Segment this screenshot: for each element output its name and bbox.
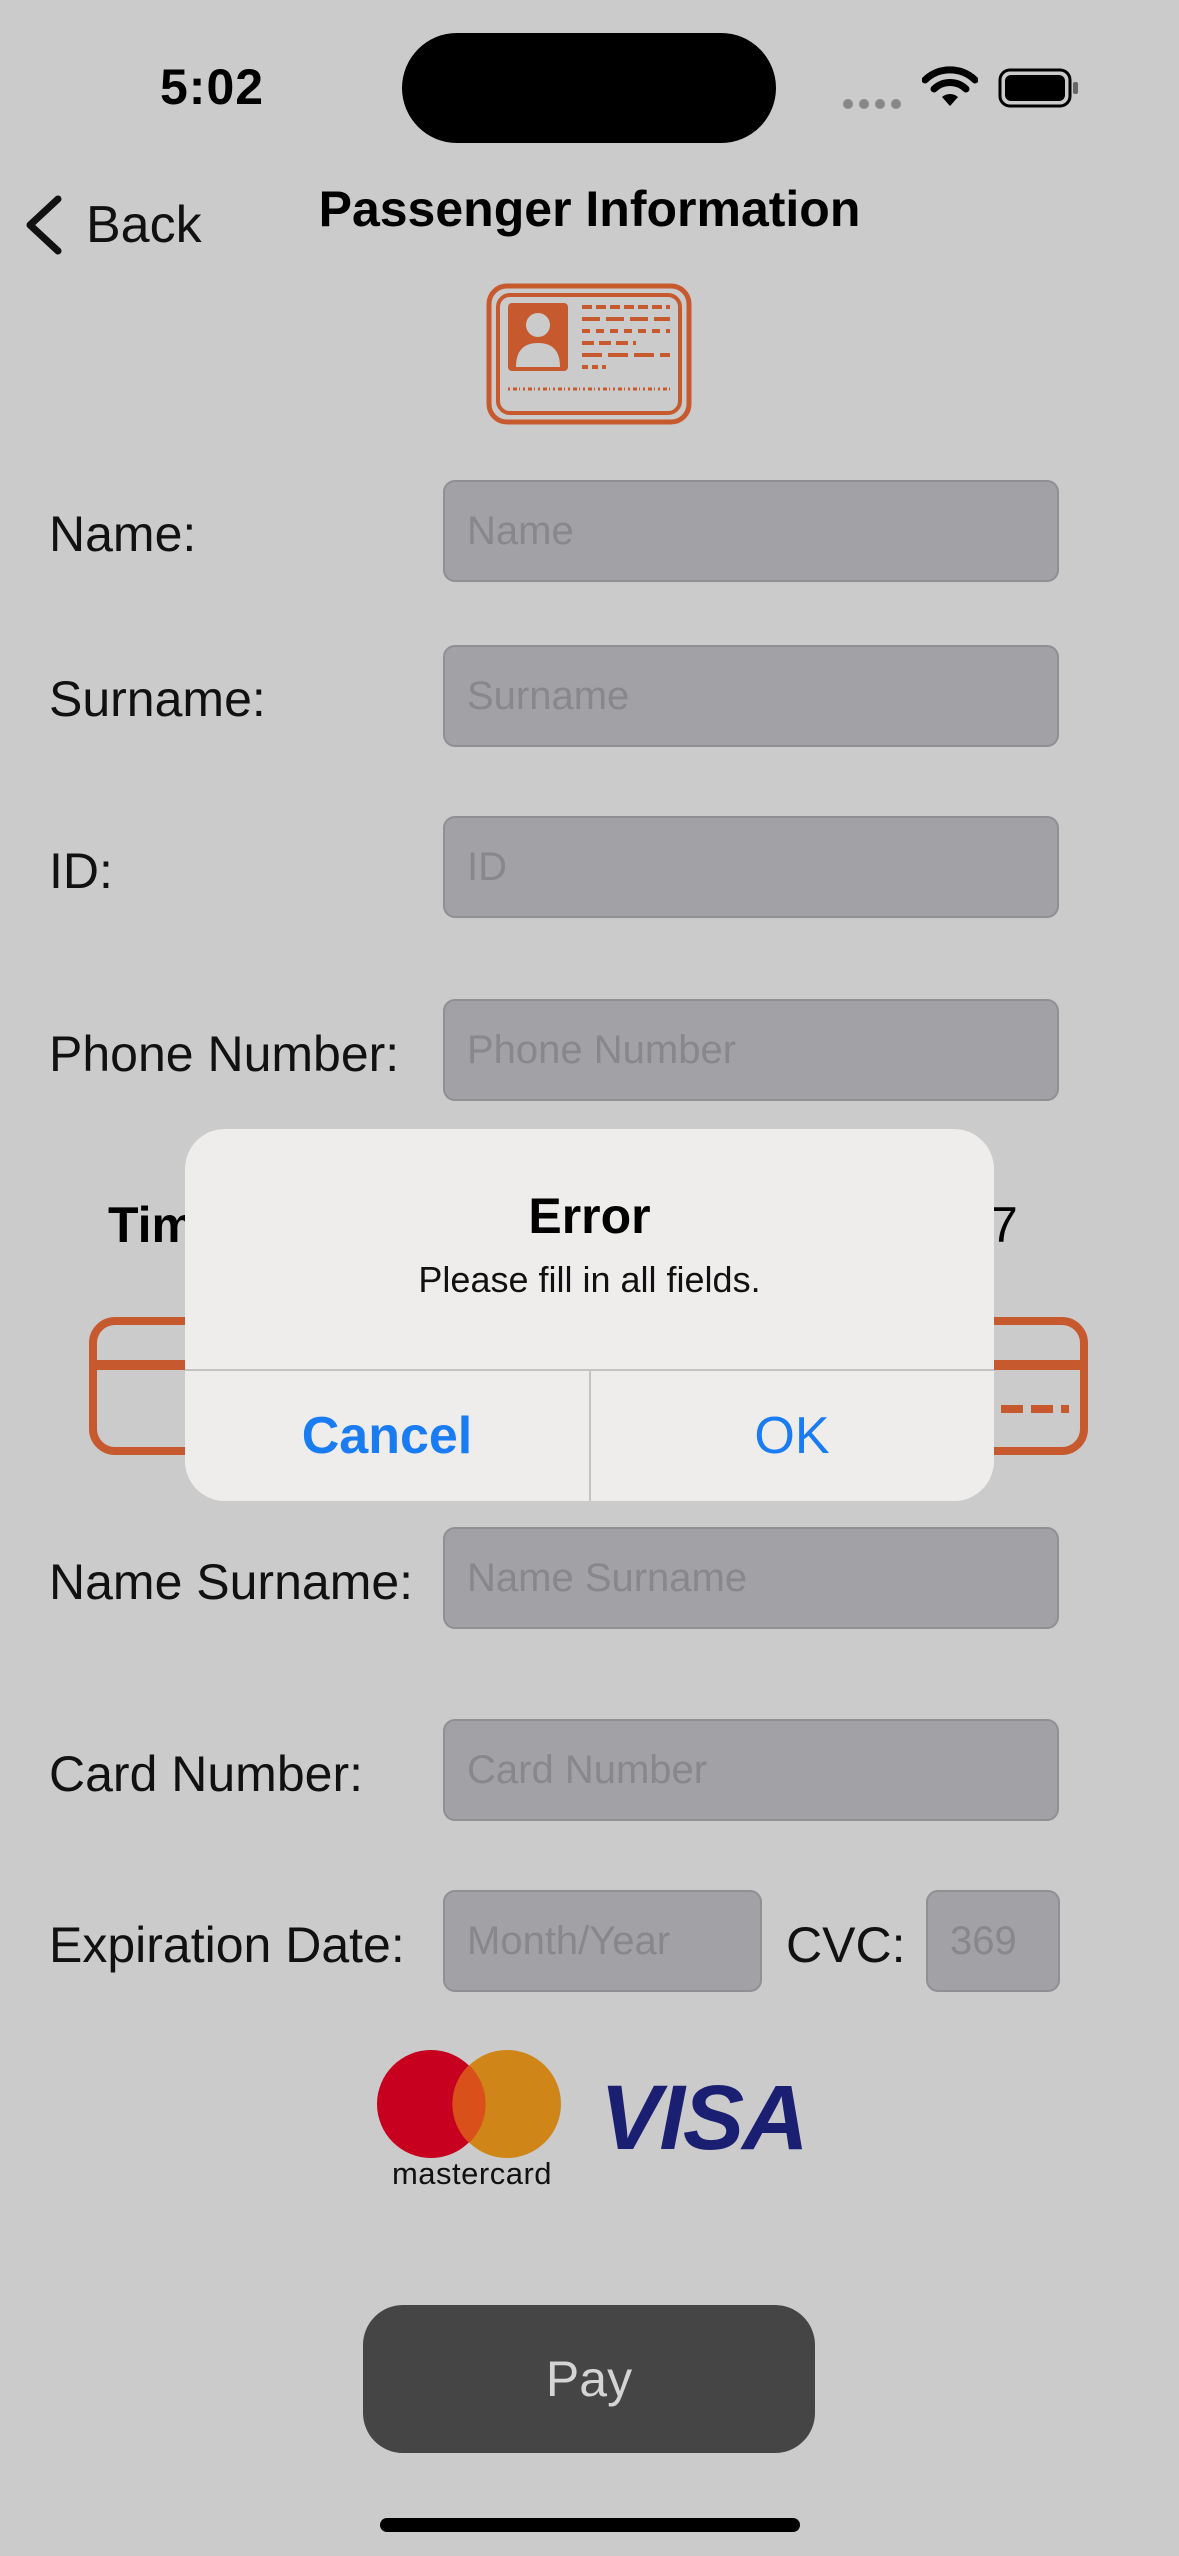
back-label: Back (86, 196, 202, 254)
chevron-left-icon (26, 195, 62, 255)
pay-button[interactable]: Pay (363, 2305, 815, 2453)
cvc-input[interactable]: 369 (926, 1890, 1060, 1992)
id-input[interactable]: ID (443, 816, 1059, 918)
home-indicator (380, 2518, 800, 2532)
battery-icon (998, 68, 1078, 108)
phone-label: Phone Number: (49, 1026, 400, 1082)
dynamic-island (402, 33, 776, 143)
visa-logo: VISA (600, 2067, 809, 2169)
name-surname-label: Name Surname: (49, 1554, 414, 1610)
card-number-label: Card Number: (49, 1746, 363, 1802)
phone-input[interactable]: Phone Number (443, 999, 1059, 1101)
error-alert: Error Please fill in all fields. Cancel … (185, 1129, 994, 1501)
name-surname-input[interactable]: Name Surname (443, 1527, 1059, 1629)
mastercard-wordmark: mastercard (391, 2156, 553, 2191)
expiration-input[interactable]: Month/Year (443, 1890, 762, 1992)
alert-title: Error (528, 1188, 651, 1244)
surname-label: Surname: (49, 671, 266, 727)
wifi-icon (922, 66, 978, 106)
alert-message: Please fill in all fields. (418, 1259, 761, 1300)
timer-value: 7 (990, 1197, 1018, 1253)
id-card-icon (486, 283, 692, 425)
alert-cancel-button[interactable]: Cancel (185, 1371, 589, 1501)
timer-label: Tim (108, 1197, 196, 1253)
surname-input[interactable]: Surname (443, 645, 1059, 747)
expiration-label: Expiration Date: (49, 1917, 405, 1973)
back-button[interactable]: Back (22, 190, 202, 260)
cvc-label: CVC: (786, 1917, 906, 1973)
name-input[interactable]: Name (443, 480, 1059, 582)
name-label: Name: (49, 506, 197, 562)
mastercard-logo (377, 2050, 561, 2158)
id-label: ID: (49, 843, 113, 899)
alert-ok-button[interactable]: OK (590, 1371, 994, 1501)
status-time: 5:02 (160, 59, 265, 115)
card-number-input[interactable]: Card Number (443, 1719, 1059, 1821)
cellular-signal-icon (843, 96, 907, 114)
